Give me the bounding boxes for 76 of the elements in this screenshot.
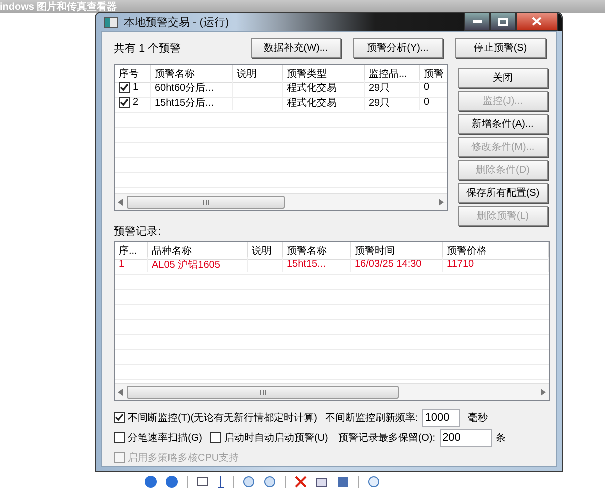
maximize-icon — [498, 18, 508, 26]
table-cell: 16/03/25 14:30 — [351, 257, 443, 272]
table-cell: 程式化交易 — [283, 80, 365, 95]
table-cell: 程式化交易 — [283, 95, 365, 110]
option-label: 不间断监控(T)(无论有无新行情都定时计算) — [128, 412, 318, 424]
records-label: 预警记录: — [114, 225, 162, 239]
table-cell: 15ht15... — [283, 257, 351, 272]
option-label: 分笔速率扫描(G) — [128, 432, 202, 444]
refresh-input[interactable]: 1000 — [422, 408, 460, 426]
column-header[interactable]: 说明 — [233, 65, 283, 83]
scroll-thumb[interactable] — [127, 386, 399, 398]
table-cell: AL05 沪铝1605 — [148, 257, 248, 272]
table-cell: 2 — [133, 97, 139, 108]
maximize-button[interactable] — [490, 13, 516, 31]
side-button[interactable]: 关闭 — [458, 68, 548, 88]
next-icon[interactable] — [166, 476, 178, 488]
close-button[interactable] — [516, 13, 558, 31]
toolbar-button[interactable]: 预警分析(Y)... — [353, 38, 443, 58]
scroll-right-icon[interactable] — [439, 198, 444, 206]
scroll-left-icon[interactable] — [118, 198, 123, 206]
help-icon[interactable] — [368, 476, 380, 488]
column-header[interactable]: 序... — [115, 242, 148, 260]
window-title: 本地预警交易 - (运行) — [124, 16, 230, 30]
table-cell: 29只 — [365, 80, 420, 95]
column-header[interactable]: 预警名称 — [283, 242, 351, 260]
checkbox[interactable] — [119, 82, 130, 93]
close-icon — [532, 17, 542, 26]
side-button[interactable]: 新增条件(A)... — [458, 114, 548, 134]
delete-icon[interactable] — [295, 476, 307, 488]
column-header[interactable]: 说明 — [248, 242, 283, 260]
table-cell: 29只 — [365, 95, 420, 110]
checkbox[interactable] — [114, 432, 125, 443]
column-header[interactable]: 预警价格 — [443, 242, 549, 260]
horizontal-scrollbar[interactable] — [115, 193, 447, 210]
unit-label: 毫秒 — [468, 412, 488, 424]
minimize-button[interactable] — [464, 13, 490, 31]
previous-icon[interactable] — [145, 476, 157, 488]
minimize-icon — [472, 20, 482, 23]
table-cell: 15ht15分后... — [151, 95, 233, 110]
scroll-thumb[interactable] — [127, 196, 285, 208]
text-cursor-icon[interactable] — [218, 476, 224, 488]
alert-count: 共有 1 个预警 — [114, 42, 182, 56]
toolbar-button[interactable]: 停止预警(S) — [455, 38, 546, 58]
zoom-in-icon[interactable] — [243, 476, 255, 488]
scroll-right-icon[interactable] — [541, 388, 546, 396]
column-header[interactable]: 预警名称 — [151, 65, 233, 83]
refresh-label: 不间断监控刷新频率: — [325, 412, 418, 424]
checkbox[interactable] — [210, 432, 222, 443]
column-header[interactable]: 品种名称 — [148, 242, 248, 260]
table-cell: 1 — [133, 82, 139, 93]
scroll-left-icon[interactable] — [118, 388, 123, 396]
option-label: 启用多策略多核CPU支持 — [128, 452, 240, 464]
table-cell: 11710 — [443, 257, 549, 272]
grip-icon — [260, 390, 266, 394]
option-label: 启动时自动启动预警(U) — [224, 432, 328, 444]
column-header[interactable]: 预警时间 — [351, 242, 443, 260]
side-button[interactable]: 保存所有配置(S) — [458, 183, 548, 203]
zoom-out-icon[interactable] — [264, 476, 276, 488]
print-icon[interactable] — [316, 476, 328, 488]
checkbox[interactable] — [119, 97, 130, 108]
viewer-title: indows 图片和传真查看器 — [0, 0, 118, 14]
table-cell: 1 — [115, 257, 148, 272]
horizontal-scrollbar[interactable] — [115, 383, 549, 400]
grip-icon — [202, 200, 210, 204]
unit-label: 条 — [496, 432, 506, 444]
checkbox[interactable] — [114, 412, 125, 423]
column-header[interactable]: 监控品... — [365, 65, 420, 83]
frame-icon[interactable] — [197, 477, 209, 487]
save-icon[interactable] — [337, 476, 349, 488]
column-header[interactable]: 预警类型 — [283, 65, 365, 83]
toolbar-button[interactable]: 数据补充(W)... — [251, 38, 341, 58]
keep-input[interactable]: 200 — [440, 428, 492, 446]
keep-label: 预警记录最多保留(O): — [338, 432, 436, 444]
column-header[interactable]: 序号 — [115, 65, 151, 83]
table-cell: 60ht60分后... — [151, 80, 233, 95]
app-icon — [104, 16, 118, 28]
